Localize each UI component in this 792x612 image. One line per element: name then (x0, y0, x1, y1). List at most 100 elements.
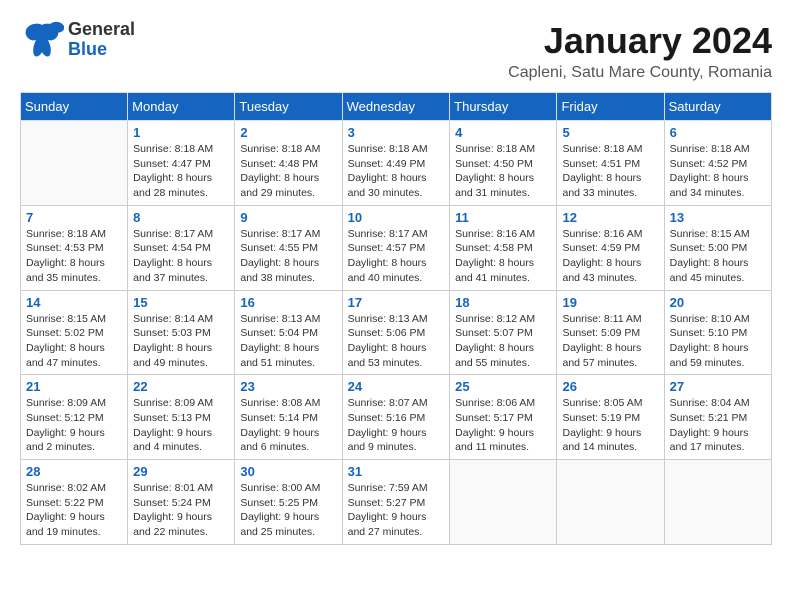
sunset-text: Sunset: 4:49 PM (348, 157, 445, 172)
calendar-cell: 8 Sunrise: 8:17 AM Sunset: 4:54 PM Dayli… (128, 205, 235, 290)
calendar-week-3: 14 Sunrise: 8:15 AM Sunset: 5:02 PM Dayl… (21, 290, 772, 375)
sunrise-text: Sunrise: 8:07 AM (348, 396, 445, 411)
sunrise-text: Sunrise: 8:09 AM (133, 396, 229, 411)
daylight-text: Daylight: 8 hours and 37 minutes. (133, 256, 229, 285)
day-number: 16 (240, 295, 336, 310)
day-number: 22 (133, 379, 229, 394)
calendar-cell: 17 Sunrise: 8:13 AM Sunset: 5:06 PM Dayl… (342, 290, 450, 375)
sunset-text: Sunset: 5:07 PM (455, 326, 551, 341)
calendar-cell: 16 Sunrise: 8:13 AM Sunset: 5:04 PM Dayl… (235, 290, 342, 375)
sunrise-text: Sunrise: 8:14 AM (133, 312, 229, 327)
day-info: Sunrise: 8:18 AM Sunset: 4:52 PM Dayligh… (670, 142, 766, 201)
calendar-header: SundayMondayTuesdayWednesdayThursdayFrid… (21, 93, 772, 121)
sunset-text: Sunset: 4:47 PM (133, 157, 229, 172)
day-header-sunday: Sunday (21, 93, 128, 121)
calendar-cell: 4 Sunrise: 8:18 AM Sunset: 4:50 PM Dayli… (450, 121, 557, 206)
day-info: Sunrise: 8:13 AM Sunset: 5:04 PM Dayligh… (240, 312, 336, 371)
day-info: Sunrise: 8:18 AM Sunset: 4:51 PM Dayligh… (562, 142, 658, 201)
day-info: Sunrise: 8:04 AM Sunset: 5:21 PM Dayligh… (670, 396, 766, 455)
calendar-week-2: 7 Sunrise: 8:18 AM Sunset: 4:53 PM Dayli… (21, 205, 772, 290)
sunrise-text: Sunrise: 8:16 AM (562, 227, 658, 242)
sunrise-text: Sunrise: 8:18 AM (26, 227, 122, 242)
sunrise-text: Sunrise: 8:00 AM (240, 481, 336, 496)
calendar-cell: 14 Sunrise: 8:15 AM Sunset: 5:02 PM Dayl… (21, 290, 128, 375)
daylight-text: Daylight: 8 hours and 38 minutes. (240, 256, 336, 285)
sunset-text: Sunset: 5:25 PM (240, 496, 336, 511)
calendar-cell: 7 Sunrise: 8:18 AM Sunset: 4:53 PM Dayli… (21, 205, 128, 290)
daylight-text: Daylight: 8 hours and 35 minutes. (26, 256, 122, 285)
day-header-thursday: Thursday (450, 93, 557, 121)
sunset-text: Sunset: 5:02 PM (26, 326, 122, 341)
sunset-text: Sunset: 5:03 PM (133, 326, 229, 341)
day-info: Sunrise: 8:09 AM Sunset: 5:13 PM Dayligh… (133, 396, 229, 455)
page-header: General Blue January 2024 Capleni, Satu … (20, 20, 772, 82)
title-section: January 2024 Capleni, Satu Mare County, … (508, 20, 772, 82)
calendar-cell: 10 Sunrise: 8:17 AM Sunset: 4:57 PM Dayl… (342, 205, 450, 290)
calendar-cell: 9 Sunrise: 8:17 AM Sunset: 4:55 PM Dayli… (235, 205, 342, 290)
sunrise-text: Sunrise: 8:15 AM (26, 312, 122, 327)
daylight-text: Daylight: 8 hours and 55 minutes. (455, 341, 551, 370)
calendar-week-4: 21 Sunrise: 8:09 AM Sunset: 5:12 PM Dayl… (21, 375, 772, 460)
day-info: Sunrise: 8:10 AM Sunset: 5:10 PM Dayligh… (670, 312, 766, 371)
day-number: 3 (348, 125, 445, 140)
sunrise-text: Sunrise: 8:08 AM (240, 396, 336, 411)
calendar-cell: 2 Sunrise: 8:18 AM Sunset: 4:48 PM Dayli… (235, 121, 342, 206)
day-number: 13 (670, 210, 766, 225)
calendar-cell: 26 Sunrise: 8:05 AM Sunset: 5:19 PM Dayl… (557, 375, 664, 460)
sunset-text: Sunset: 5:16 PM (348, 411, 445, 426)
day-number: 4 (455, 125, 551, 140)
sunset-text: Sunset: 5:04 PM (240, 326, 336, 341)
day-info: Sunrise: 8:07 AM Sunset: 5:16 PM Dayligh… (348, 396, 445, 455)
calendar-cell: 29 Sunrise: 8:01 AM Sunset: 5:24 PM Dayl… (128, 460, 235, 545)
day-number: 7 (26, 210, 122, 225)
calendar-cell: 31 Sunrise: 7:59 AM Sunset: 5:27 PM Dayl… (342, 460, 450, 545)
day-number: 8 (133, 210, 229, 225)
calendar-cell: 20 Sunrise: 8:10 AM Sunset: 5:10 PM Dayl… (664, 290, 771, 375)
calendar-cell (450, 460, 557, 545)
day-header-wednesday: Wednesday (342, 93, 450, 121)
daylight-text: Daylight: 9 hours and 27 minutes. (348, 510, 445, 539)
calendar-week-1: 1 Sunrise: 8:18 AM Sunset: 4:47 PM Dayli… (21, 121, 772, 206)
day-info: Sunrise: 8:06 AM Sunset: 5:17 PM Dayligh… (455, 396, 551, 455)
day-number: 17 (348, 295, 445, 310)
daylight-text: Daylight: 8 hours and 57 minutes. (562, 341, 658, 370)
sunrise-text: Sunrise: 8:06 AM (455, 396, 551, 411)
day-number: 9 (240, 210, 336, 225)
day-info: Sunrise: 8:11 AM Sunset: 5:09 PM Dayligh… (562, 312, 658, 371)
day-number: 1 (133, 125, 229, 140)
day-info: Sunrise: 8:17 AM Sunset: 4:55 PM Dayligh… (240, 227, 336, 286)
day-info: Sunrise: 8:13 AM Sunset: 5:06 PM Dayligh… (348, 312, 445, 371)
daylight-text: Daylight: 9 hours and 19 minutes. (26, 510, 122, 539)
sunset-text: Sunset: 4:48 PM (240, 157, 336, 172)
day-info: Sunrise: 7:59 AM Sunset: 5:27 PM Dayligh… (348, 481, 445, 540)
daylight-text: Daylight: 8 hours and 59 minutes. (670, 341, 766, 370)
day-info: Sunrise: 8:16 AM Sunset: 4:58 PM Dayligh… (455, 227, 551, 286)
sunrise-text: Sunrise: 8:13 AM (348, 312, 445, 327)
day-info: Sunrise: 8:08 AM Sunset: 5:14 PM Dayligh… (240, 396, 336, 455)
calendar-cell: 5 Sunrise: 8:18 AM Sunset: 4:51 PM Dayli… (557, 121, 664, 206)
sunset-text: Sunset: 5:24 PM (133, 496, 229, 511)
sunset-text: Sunset: 5:00 PM (670, 241, 766, 256)
sunrise-text: Sunrise: 8:18 AM (455, 142, 551, 157)
daylight-text: Daylight: 8 hours and 45 minutes. (670, 256, 766, 285)
logo-text: General Blue (68, 20, 135, 60)
day-info: Sunrise: 8:14 AM Sunset: 5:03 PM Dayligh… (133, 312, 229, 371)
sunrise-text: Sunrise: 8:12 AM (455, 312, 551, 327)
sunset-text: Sunset: 5:27 PM (348, 496, 445, 511)
day-number: 11 (455, 210, 551, 225)
calendar-cell: 23 Sunrise: 8:08 AM Sunset: 5:14 PM Dayl… (235, 375, 342, 460)
day-info: Sunrise: 8:18 AM Sunset: 4:47 PM Dayligh… (133, 142, 229, 201)
daylight-text: Daylight: 9 hours and 4 minutes. (133, 426, 229, 455)
day-number: 20 (670, 295, 766, 310)
daylight-text: Daylight: 8 hours and 53 minutes. (348, 341, 445, 370)
calendar-cell: 30 Sunrise: 8:00 AM Sunset: 5:25 PM Dayl… (235, 460, 342, 545)
day-info: Sunrise: 8:18 AM Sunset: 4:53 PM Dayligh… (26, 227, 122, 286)
day-number: 15 (133, 295, 229, 310)
day-number: 25 (455, 379, 551, 394)
day-info: Sunrise: 8:18 AM Sunset: 4:48 PM Dayligh… (240, 142, 336, 201)
sunrise-text: Sunrise: 8:11 AM (562, 312, 658, 327)
day-info: Sunrise: 8:17 AM Sunset: 4:54 PM Dayligh… (133, 227, 229, 286)
calendar-cell: 18 Sunrise: 8:12 AM Sunset: 5:07 PM Dayl… (450, 290, 557, 375)
sunrise-text: Sunrise: 8:18 AM (670, 142, 766, 157)
sunrise-text: Sunrise: 8:18 AM (240, 142, 336, 157)
